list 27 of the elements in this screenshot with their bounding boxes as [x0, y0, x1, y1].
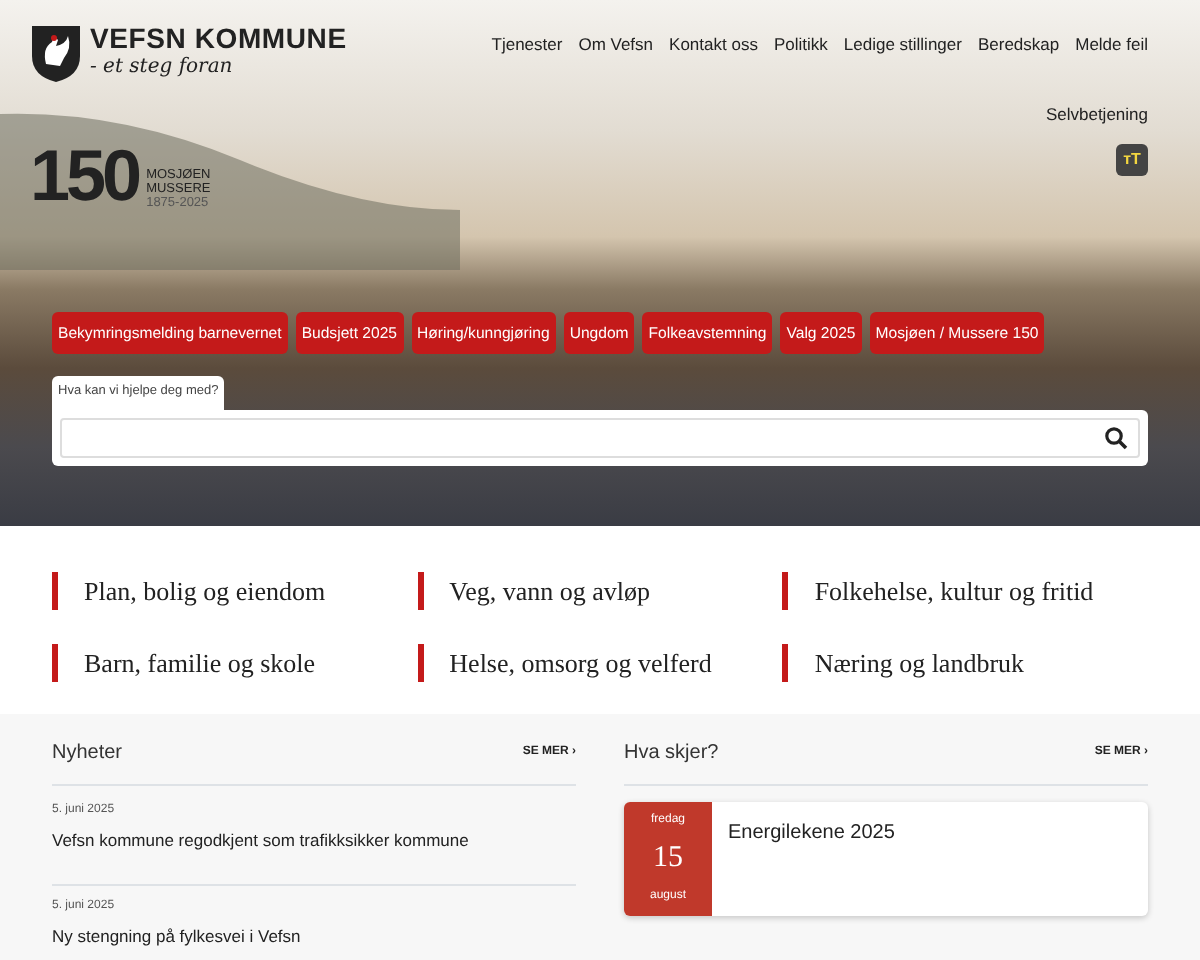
event-title: Energilekene 2025: [726, 820, 897, 848]
nav-link[interactable]: Politikk: [773, 32, 828, 58]
nav-link[interactable]: Ledige stillinger: [843, 32, 962, 58]
category-link[interactable]: Veg, vann og avløp: [417, 572, 783, 610]
category-link[interactable]: Helse, omsorg og velferd: [417, 644, 783, 682]
category-link[interactable]: Barn, familie og skole: [52, 644, 418, 682]
news-link[interactable]: Ny stengning på fylkesvei i Vefsn: [52, 924, 301, 950]
logo-tagline: - et steg foran: [90, 54, 235, 82]
nav-link[interactable]: Kontakt oss: [669, 32, 758, 58]
coat-of-arms-icon: [30, 24, 82, 84]
logo-title[interactable]: VEFSN KOMMUNE: [90, 24, 347, 52]
nav-link[interactable]: Beredskap: [977, 32, 1060, 58]
nav-link[interactable]: Tjenester: [491, 32, 563, 58]
anniversary-number: 150: [30, 139, 139, 211]
category-link[interactable]: Næring og landbruk: [782, 644, 1148, 682]
nav-link[interactable]: Selvbetjening: [1045, 101, 1148, 127]
search-field[interactable]: [60, 417, 1140, 458]
section-title: Hva skjer?: [624, 740, 719, 768]
event-day: 15: [653, 836, 683, 882]
category-link[interactable]: Plan, bolig og eiendom: [52, 572, 418, 610]
nav-link[interactable]: Melde feil: [1075, 32, 1148, 58]
nav-link[interactable]: Om Vefsn: [578, 32, 654, 58]
search-icon[interactable]: [1104, 425, 1128, 450]
text-size-button[interactable]: ᴛT: [1116, 143, 1148, 175]
category-link[interactable]: Folkehelse, kultur og fritid: [782, 572, 1148, 610]
news-link[interactable]: Vefsn kommune regodkjent som trafikksikker kommune: [52, 828, 469, 854]
section-title: Nyheter: [52, 740, 123, 768]
